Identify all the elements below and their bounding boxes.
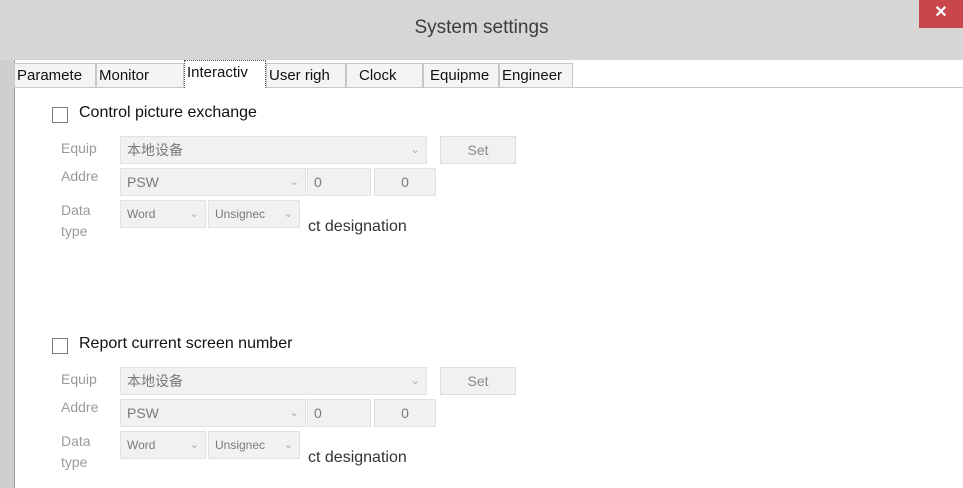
chevron-down-icon: ⌄ — [189, 208, 199, 220]
equipment-select[interactable]: 本地设备 ⌄ — [120, 367, 427, 395]
address-offset-input[interactable]: 0 — [374, 399, 436, 427]
data-sign-select[interactable]: Unsignec ⌄ — [208, 200, 300, 228]
address-type-value: PSW — [127, 174, 159, 190]
equipment-value: 本地设备 — [127, 373, 183, 389]
equip-label: Equip — [61, 371, 97, 387]
address-type-value: PSW — [127, 405, 159, 421]
address-number-input[interactable]: 0 — [307, 168, 371, 196]
chevron-down-icon: ⌄ — [283, 208, 293, 220]
chevron-down-icon: ⌄ — [283, 439, 293, 451]
data-label: Data — [61, 202, 91, 218]
address-type-select[interactable]: PSW ⌄ — [120, 168, 306, 196]
section-control-picture-exchange: Control picture exchange Equip 本地设备 ⌄ Se… — [52, 104, 952, 254]
data-width-value: Word — [127, 207, 156, 221]
chevron-down-icon: ⌄ — [410, 144, 420, 156]
tab-interactive[interactable]: Interactiv — [184, 60, 266, 88]
set-button[interactable]: Set — [440, 367, 516, 395]
report-screen-number-checkbox[interactable] — [52, 338, 68, 354]
chevron-down-icon: ⌄ — [410, 375, 420, 387]
chevron-down-icon: ⌄ — [289, 176, 299, 188]
section-report-current-screen-number: Report current screen number Equip 本地设备 … — [52, 335, 952, 485]
designation-text: ct designation — [308, 218, 407, 235]
equip-label: Equip — [61, 140, 97, 156]
equipment-select[interactable]: 本地设备 ⌄ — [120, 136, 427, 164]
control-picture-exchange-checkbox[interactable] — [52, 107, 68, 123]
equipment-value: 本地设备 — [127, 142, 183, 158]
control-picture-exchange-label: Control picture exchange — [79, 104, 257, 121]
chevron-down-icon: ⌄ — [289, 407, 299, 419]
window-title: System settings — [414, 17, 549, 38]
address-label: Addre — [61, 168, 99, 184]
tab-divider — [14, 87, 963, 88]
tab-parameter[interactable]: Paramete — [14, 63, 96, 87]
close-button[interactable]: ✕ — [919, 0, 963, 28]
close-icon[interactable]: ✕ — [934, 4, 947, 21]
address-offset-input[interactable]: 0 — [374, 168, 436, 196]
set-button[interactable]: Set — [440, 136, 516, 164]
data-width-value: Word — [127, 438, 156, 452]
data-sign-value: Unsignec — [215, 207, 266, 221]
address-type-select[interactable]: PSW ⌄ — [120, 399, 306, 427]
address-label: Addre — [61, 399, 99, 415]
tab-monitor[interactable]: Monitor — [96, 63, 184, 87]
data-width-select[interactable]: Word ⌄ — [120, 200, 206, 228]
tab-clock[interactable]: Clock — [346, 63, 423, 87]
tab-engineering[interactable]: Engineer — [499, 63, 573, 87]
type-label: type — [61, 223, 88, 239]
data-label: Data — [61, 433, 91, 449]
address-number-input[interactable]: 0 — [307, 399, 371, 427]
chevron-down-icon: ⌄ — [189, 439, 199, 451]
tab-equipment[interactable]: Equipme — [423, 63, 499, 87]
data-width-select[interactable]: Word ⌄ — [120, 431, 206, 459]
type-label: type — [61, 454, 88, 470]
title-bar[interactable]: System settings ✕ — [0, 0, 963, 60]
report-screen-number-label: Report current screen number — [79, 335, 293, 352]
designation-text: ct designation — [308, 449, 407, 466]
tab-user-rights[interactable]: User righ — [266, 63, 346, 87]
data-sign-value: Unsignec — [215, 438, 266, 452]
data-sign-select[interactable]: Unsignec ⌄ — [208, 431, 300, 459]
